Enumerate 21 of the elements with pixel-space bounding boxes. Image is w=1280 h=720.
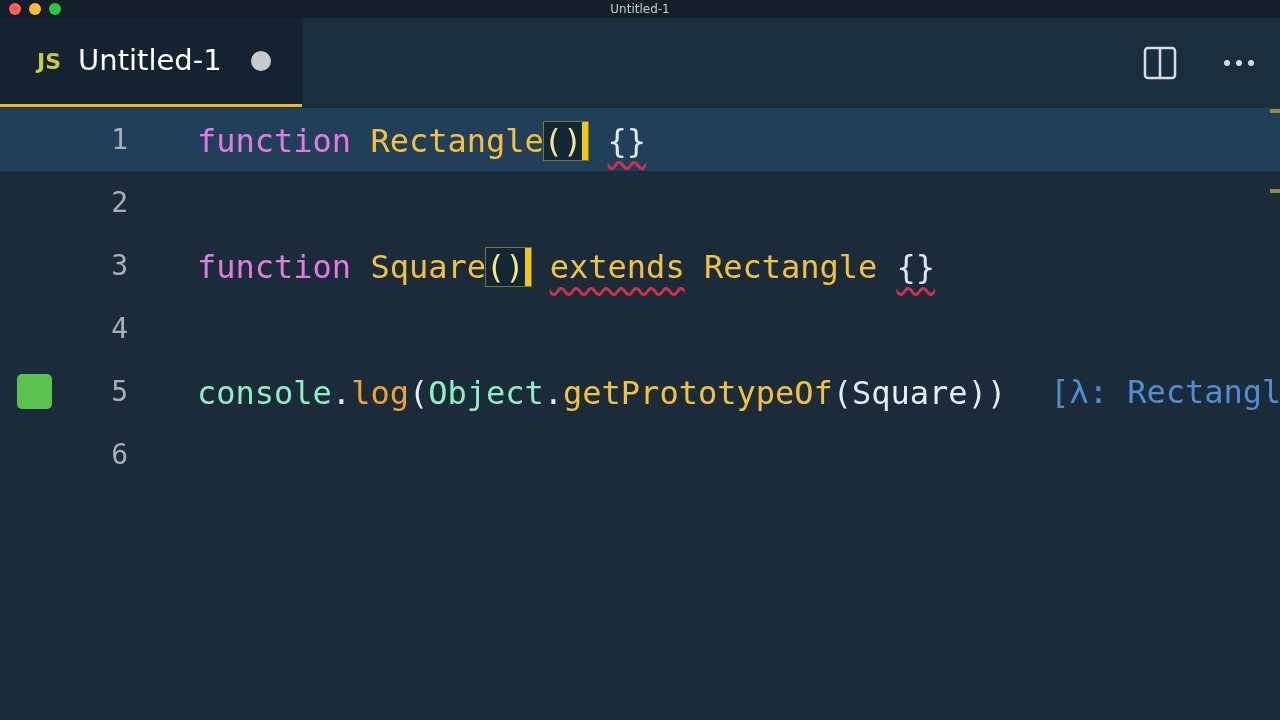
javascript-file-icon: JS xyxy=(37,44,62,78)
code-line: console.log(Object.getPrototypeOf(Square)) xyxy=(197,372,1007,414)
maximize-window-icon[interactable] xyxy=(49,3,61,15)
ruler-mark xyxy=(1270,189,1280,193)
code-line: function Square() extends Rectangle {} xyxy=(197,246,936,288)
close-window-icon[interactable] xyxy=(9,3,21,15)
tab-label: Untitled-1 xyxy=(78,42,222,80)
minimize-window-icon[interactable] xyxy=(29,3,41,15)
split-editor-icon[interactable] xyxy=(1143,45,1177,80)
line-number: 6 xyxy=(110,436,128,473)
line-number: 3 xyxy=(110,247,128,284)
editor-tab[interactable]: JS Untitled-1 xyxy=(0,18,302,107)
window-title: Untitled-1 xyxy=(610,3,670,15)
line-number: 4 xyxy=(110,310,128,347)
inline-result: [λ: Rectangl xyxy=(1050,371,1280,413)
line-number: 2 xyxy=(110,184,128,221)
line-number: 1 xyxy=(110,121,128,158)
ruler-mark xyxy=(1270,109,1280,113)
line-number: 5 xyxy=(110,373,128,410)
more-actions-icon[interactable] xyxy=(1223,58,1255,67)
code-line: function Rectangle() {} xyxy=(197,120,647,162)
